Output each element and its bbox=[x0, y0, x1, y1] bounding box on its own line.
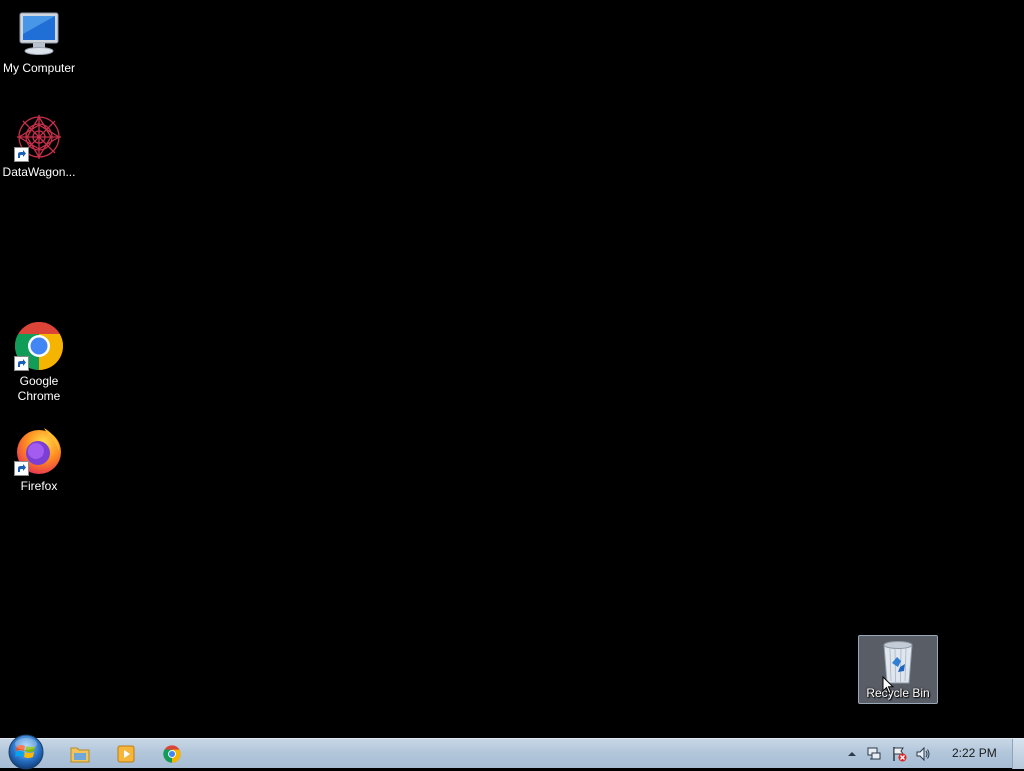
show-desktop-button[interactable] bbox=[1012, 739, 1024, 769]
recycle-bin-icon bbox=[873, 636, 923, 686]
desktop-icon-google-chrome[interactable]: Google Chrome bbox=[0, 321, 78, 404]
show-hidden-icons-chevron-icon[interactable] bbox=[844, 746, 860, 762]
desktop-icon-datawagon[interactable]: DataWagon... bbox=[0, 112, 78, 180]
media-player-icon bbox=[117, 745, 135, 763]
icon-label: Recycle Bin bbox=[866, 686, 930, 700]
system-clock[interactable]: 2:22 PM bbox=[952, 746, 997, 760]
icon-label: My Computer bbox=[2, 61, 76, 75]
taskbar-media-player[interactable] bbox=[114, 742, 138, 766]
desktop-icon-my-computer[interactable]: My Computer bbox=[0, 8, 78, 76]
taskbar-file-explorer[interactable] bbox=[68, 742, 92, 766]
mouse-cursor-icon bbox=[882, 676, 894, 695]
datawagon-icon bbox=[14, 112, 64, 162]
icon-label: Google Chrome bbox=[17, 374, 61, 403]
action-center-flag-icon[interactable] bbox=[891, 746, 907, 762]
chrome-icon bbox=[14, 321, 64, 371]
desktop-icon-firefox[interactable]: Firefox bbox=[0, 426, 78, 494]
network-icon[interactable] bbox=[866, 746, 882, 762]
desktop-icon-recycle-bin[interactable]: Recycle Bin bbox=[858, 635, 938, 704]
shortcut-arrow-icon bbox=[14, 147, 29, 162]
taskbar-chrome[interactable] bbox=[160, 742, 184, 766]
chrome-icon bbox=[163, 745, 181, 763]
taskbar: 2:22 PM bbox=[0, 734, 1024, 770]
folder-icon bbox=[70, 747, 90, 763]
volume-icon[interactable] bbox=[915, 746, 931, 762]
shortcut-arrow-icon bbox=[14, 356, 29, 371]
icon-label: Firefox bbox=[20, 479, 58, 493]
icon-label: DataWagon... bbox=[2, 165, 76, 179]
shortcut-arrow-icon bbox=[14, 461, 29, 476]
desktop[interactable]: My Computer DataWagon... Google Chrome F… bbox=[0, 0, 1024, 738]
firefox-icon bbox=[14, 426, 64, 476]
computer-icon bbox=[14, 8, 64, 58]
start-button[interactable] bbox=[7, 733, 45, 771]
